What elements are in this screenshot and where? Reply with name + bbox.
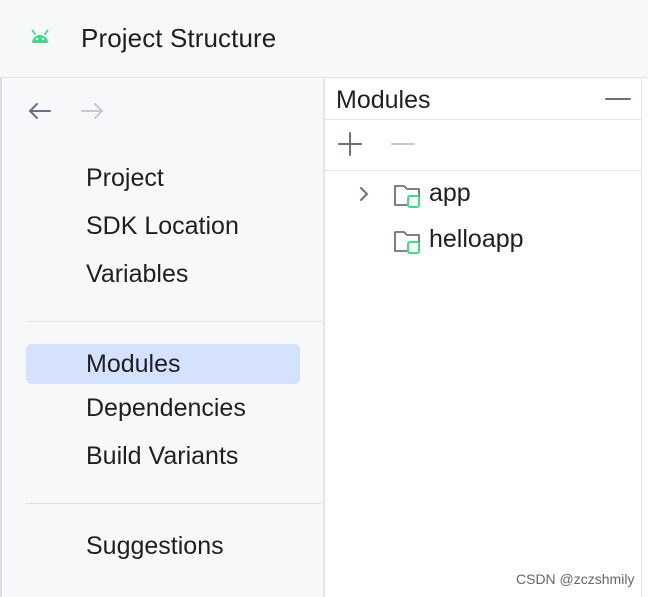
panel-right-edge [641,79,642,597]
module-folder-icon [393,181,425,211]
sidebar-divider [26,321,322,322]
modules-header: Modules [325,79,641,120]
sidebar-item-suggestions[interactable]: Suggestions [26,526,300,566]
window-title: Project Structure [81,23,277,53]
minimize-icon [604,87,632,111]
sidebar-item-dependencies[interactable]: Dependencies [26,388,300,428]
sidebar-divider [26,503,322,504]
chevron-right-icon[interactable] [355,184,373,204]
modules-toolbar [325,120,641,171]
sidebar-list: Project SDK Location Variables Modules D… [2,79,322,597]
tree-item-label: helloapp [429,225,524,253]
minus-icon [388,129,418,159]
sidebar-item-label: Modules [86,350,181,378]
window-title-bar: Project Structure [0,0,648,78]
sidebar-item-label: Suggestions [86,532,224,560]
sidebar-item-variables[interactable]: Variables [26,254,300,294]
sidebar: Project SDK Location Variables Modules D… [2,79,324,597]
plus-icon [335,129,365,159]
modules-title: Modules [336,86,431,114]
sidebar-item-label: Project [86,164,164,192]
modules-panel: Modules app helloapp [324,79,648,597]
project-structure-window: Project Structure Project SDK Location V… [0,0,648,597]
watermark: CSDN @zczshmily [516,571,635,587]
sidebar-item-build-variants[interactable]: Build Variants [26,436,300,476]
sidebar-item-label: Dependencies [86,394,246,422]
tree-item-label: app [429,179,471,207]
sidebar-item-sdk-location[interactable]: SDK Location [26,206,300,246]
modules-tree: app helloapp [325,171,641,351]
remove-module-button[interactable] [388,129,418,159]
sidebar-item-label: Variables [86,260,189,288]
android-icon [29,29,51,45]
collapse-panel-button[interactable] [604,87,632,111]
sidebar-item-label: Build Variants [86,442,239,470]
tree-item-helloapp[interactable]: helloapp [325,217,641,263]
sidebar-item-modules[interactable]: Modules [26,344,300,384]
sidebar-item-label: SDK Location [86,212,239,240]
sidebar-item-project[interactable]: Project [26,158,300,198]
module-folder-icon [393,227,425,257]
add-module-button[interactable] [335,129,365,159]
tree-item-app[interactable]: app [325,171,641,217]
